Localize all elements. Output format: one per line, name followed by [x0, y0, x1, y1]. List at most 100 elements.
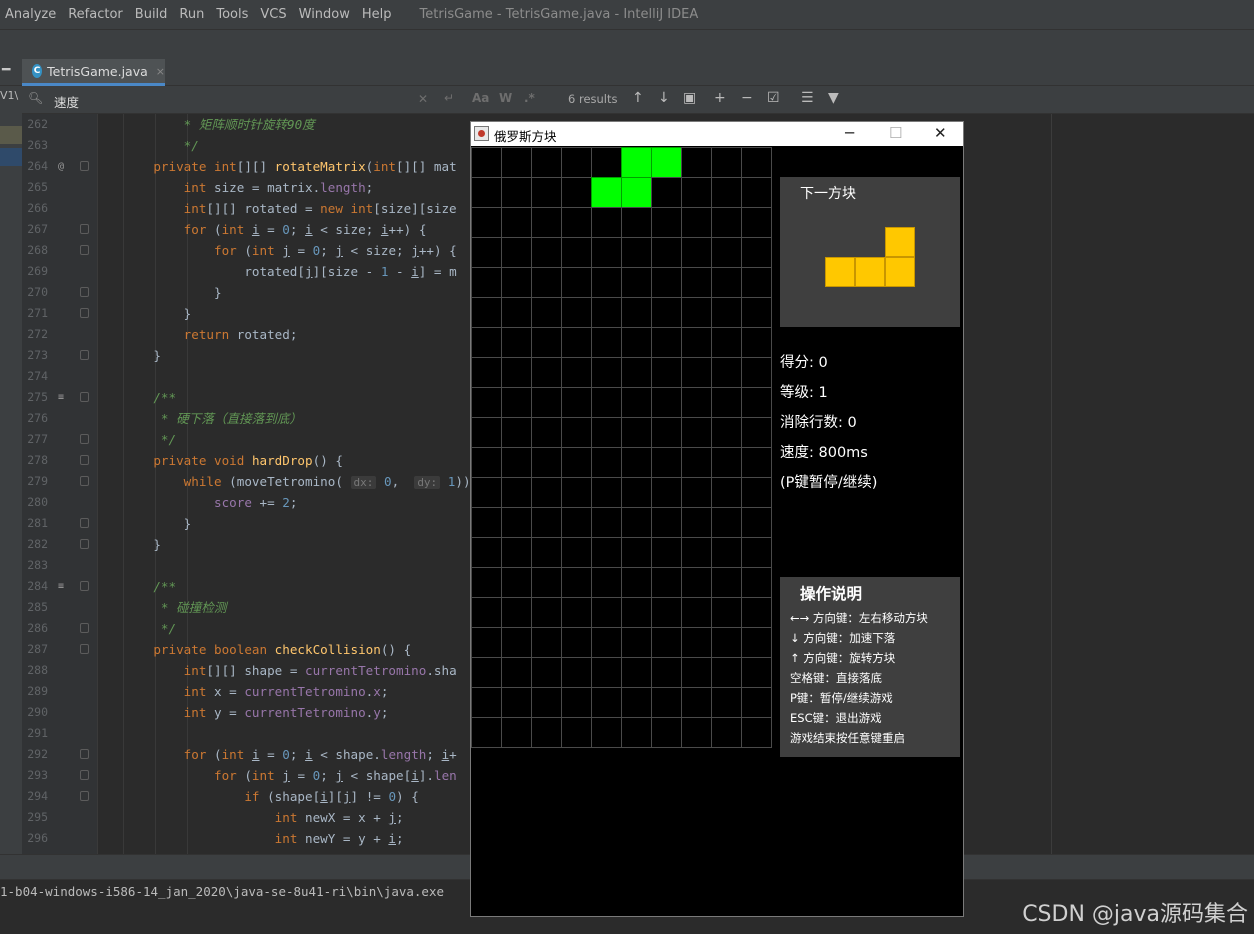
board-cell: [561, 177, 592, 208]
board-cell: [471, 357, 502, 388]
line-number: 274: [27, 369, 48, 383]
line-number: 268: [27, 243, 48, 257]
line-number: 285: [27, 600, 48, 614]
fold-marker-icon[interactable]: [80, 770, 89, 780]
tab-close-icon[interactable]: ×: [156, 65, 165, 78]
close-button[interactable]: ✕: [934, 124, 947, 142]
board-cell: [621, 477, 652, 508]
board-cell: [471, 447, 502, 478]
board-cell: [711, 477, 742, 508]
tetris-title-bar[interactable]: 俄罗斯方块 ─ ☐ ✕: [471, 122, 963, 146]
tab-tetrisgame-java[interactable]: C TetrisGame.java ×: [22, 59, 165, 86]
board-cell: [651, 537, 682, 568]
board-cell: [741, 507, 772, 538]
next-piece-preview: [825, 227, 915, 287]
line-number: 283: [27, 558, 48, 572]
line-number: 262: [27, 117, 48, 131]
fold-marker-icon[interactable]: [80, 350, 89, 360]
board-cell: [531, 177, 562, 208]
board-cell: [711, 267, 742, 298]
fold-marker-icon[interactable]: [80, 224, 89, 234]
fold-marker-icon[interactable]: [80, 791, 89, 801]
previous-occurrence-icon[interactable]: ↑: [632, 90, 644, 106]
find-query[interactable]: 速度: [54, 92, 79, 111]
select-all-icon[interactable]: ☑: [767, 90, 780, 106]
board-cell: [531, 627, 562, 658]
fold-marker-icon[interactable]: [80, 455, 89, 465]
board-cell: [471, 687, 502, 718]
collapse-icon[interactable]: ━: [2, 62, 10, 78]
code-text: int[][] shape = currentTetromino.sha: [183, 663, 457, 678]
board-cell: [501, 327, 532, 358]
code-text: while (moveTetromino( dx: 0, dy: 1)): [183, 474, 471, 489]
ide-window-title: TetrisGame - TetrisGame.java - IntelliJ …: [419, 7, 699, 22]
words-toggle[interactable]: W: [499, 91, 512, 105]
board-cell: [651, 627, 682, 658]
board-cell: [681, 237, 712, 268]
board-cell: [681, 417, 712, 448]
search-icon[interactable]: 🔍︎: [28, 91, 43, 105]
board-cell: [621, 237, 652, 268]
fold-marker-icon[interactable]: [80, 539, 89, 549]
code-text: for (int j = 0; j < shape[i].len: [214, 768, 457, 783]
fold-marker-icon[interactable]: [80, 749, 89, 759]
menu-build[interactable]: Build: [129, 7, 174, 22]
filter-settings-icon[interactable]: ☰: [801, 90, 814, 106]
regex-toggle[interactable]: .*: [524, 91, 535, 105]
doc-icon[interactable]: ≡: [58, 387, 64, 408]
board-cell: [531, 357, 562, 388]
fold-marker-icon[interactable]: [80, 581, 89, 591]
fold-marker-icon[interactable]: [80, 518, 89, 528]
fold-marker-icon[interactable]: [80, 308, 89, 318]
maximize-button[interactable]: ☐: [889, 124, 902, 142]
board-cell: [621, 327, 652, 358]
remove-occurrence-icon[interactable]: −: [741, 90, 753, 106]
override-icon[interactable]: @: [58, 156, 64, 177]
doc-icon[interactable]: ≡: [58, 576, 64, 597]
match-case-toggle[interactable]: Aa: [472, 91, 489, 105]
line-number: 279: [27, 474, 48, 488]
code-text: for (int j = 0; j < size; j++) {: [214, 243, 457, 258]
board-cell: [681, 267, 712, 298]
menu-run[interactable]: Run: [173, 7, 210, 22]
fold-marker-icon[interactable]: [80, 245, 89, 255]
fold-marker-icon[interactable]: [80, 392, 89, 402]
fold-marker-icon[interactable]: [80, 476, 89, 486]
select-all-occurrences-icon[interactable]: ▣: [683, 90, 696, 106]
fold-marker-icon[interactable]: [80, 161, 89, 171]
menu-help[interactable]: Help: [356, 7, 398, 22]
board-cell: [471, 567, 502, 598]
new-line-icon[interactable]: ↵: [444, 91, 454, 105]
filter-icon[interactable]: ▼: [828, 90, 839, 106]
class-icon: C: [32, 64, 43, 78]
add-occurrence-icon[interactable]: +: [714, 90, 726, 106]
fold-marker-icon[interactable]: [80, 623, 89, 633]
minimize-button[interactable]: ─: [845, 124, 854, 142]
board-cell: [741, 687, 772, 718]
menu-analyze[interactable]: Analyze: [0, 7, 62, 22]
board-cell: [591, 267, 622, 298]
code-text: /**: [153, 579, 177, 594]
line-number: 294: [27, 789, 48, 803]
find-input-box[interactable]: 🔍︎ 速度 ✕ ↵: [26, 89, 466, 111]
menu-tools[interactable]: Tools: [210, 7, 254, 22]
menu-vcs[interactable]: VCS: [254, 7, 292, 22]
fold-marker-icon[interactable]: [80, 434, 89, 444]
clear-search-icon[interactable]: ✕: [418, 92, 428, 106]
line-number: 265: [27, 180, 48, 194]
code-text: * 硬下落（直接落到底）: [160, 411, 303, 426]
fold-marker-icon[interactable]: [80, 644, 89, 654]
board-cell: [741, 237, 772, 268]
next-occurrence-icon[interactable]: ↓: [658, 90, 670, 106]
code-text: if (shape[i][j] != 0) {: [244, 789, 419, 804]
board-cell: [531, 597, 562, 628]
menu-refactor[interactable]: Refactor: [62, 7, 129, 22]
menu-window[interactable]: Window: [293, 7, 356, 22]
line-number: 266: [27, 201, 48, 215]
tree-selection-active: [0, 148, 22, 166]
board-cell: [501, 687, 532, 718]
next-piece-block: [885, 257, 915, 287]
code-text: }: [123, 516, 192, 531]
board-cell: [711, 447, 742, 478]
fold-marker-icon[interactable]: [80, 287, 89, 297]
